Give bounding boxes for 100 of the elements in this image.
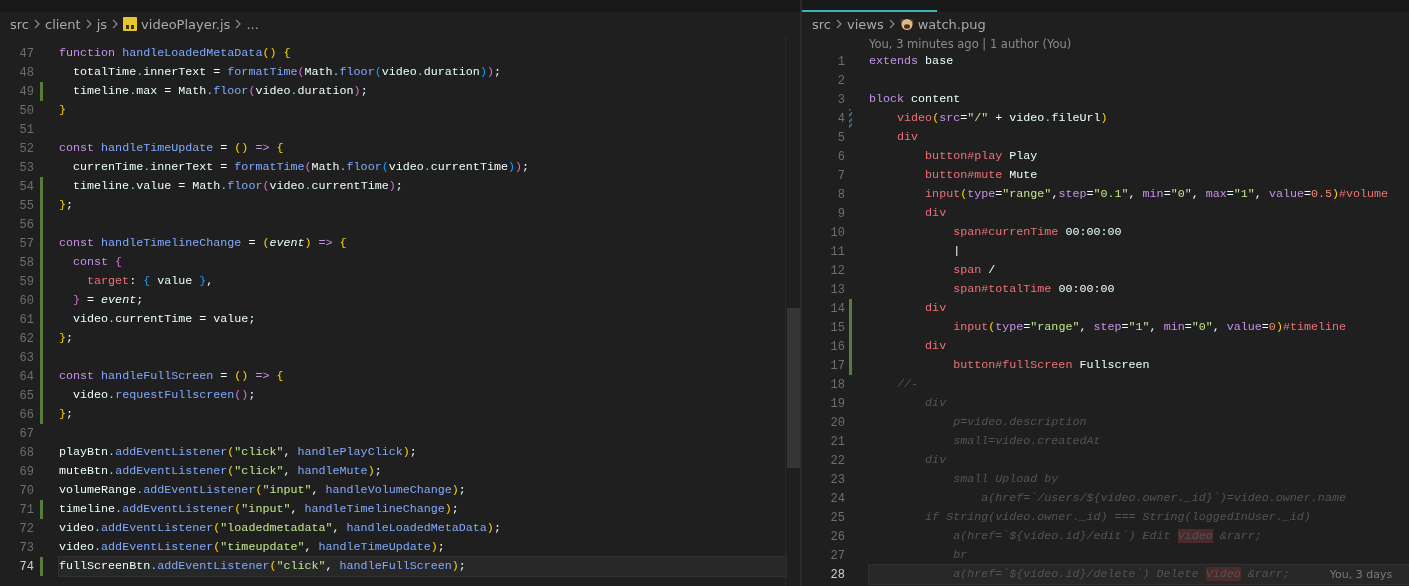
code-line: //- (896, 376, 919, 393)
change-marker[interactable] (40, 348, 43, 367)
line-number: 4 (836, 111, 845, 126)
code-line: const { (72, 254, 123, 271)
line-number: 3 (836, 92, 845, 107)
change-marker[interactable] (40, 329, 43, 348)
line-number: 6 (836, 149, 845, 164)
change-marker[interactable] (40, 272, 43, 291)
change-marker[interactable] (40, 215, 43, 234)
chevron-icon (84, 19, 93, 29)
code-line: video.currentTime = value; (72, 311, 256, 328)
change-marker[interactable] (40, 310, 43, 329)
code-line: } = event; (72, 292, 144, 309)
code-line: const handleFullScreen = () => { (59, 368, 284, 385)
breadcrumb-item[interactable]: videoPlayer.js (141, 16, 231, 32)
line-number: 8 (836, 187, 845, 202)
code-line: muteBtn.addEventListener("click", handleMute); (59, 463, 382, 480)
blame-header[interactable]: You, 3 minutes ago | 1 author (You) (802, 36, 1409, 52)
line-number: 50 (18, 103, 34, 118)
breadcrumb-item[interactable]: client (45, 16, 81, 32)
chevron-icon (234, 19, 243, 29)
code-line: span / (952, 262, 996, 279)
change-marker[interactable] (849, 109, 852, 128)
code-line: input(type="range", step="1", min="0", value=0)#timeline (952, 319, 1346, 336)
line-number: 72 (18, 521, 34, 536)
js-file-icon (123, 17, 138, 31)
code-line: | (952, 243, 961, 260)
chevron-icon (887, 19, 896, 29)
change-marker[interactable] (40, 500, 43, 519)
line-number: 16 (829, 339, 845, 354)
line-number: 74 (18, 559, 34, 574)
code-line: volumeRange.addEventListener("input", handleVolumeChange); (59, 482, 466, 499)
change-marker[interactable] (40, 234, 43, 253)
dog-icon (899, 17, 914, 31)
line-number: 26 (829, 529, 845, 544)
code-line: const handleTimeUpdate = () => { (59, 140, 284, 157)
change-marker[interactable] (40, 405, 43, 424)
breadcrumb-item[interactable]: watch.pug (917, 16, 986, 32)
line-number: 25 (829, 510, 845, 525)
line-number: 21 (829, 434, 845, 449)
line-number: 63 (18, 350, 34, 365)
chevron-icon (835, 19, 843, 29)
line-number: 61 (18, 312, 34, 327)
change-marker[interactable] (40, 82, 43, 101)
code-line: div (896, 129, 919, 146)
change-marker[interactable] (40, 367, 43, 386)
change-marker[interactable] (40, 177, 43, 196)
code-line: totalTime.innerText = formatTime(Math.floor(video.duration)); (72, 64, 501, 81)
code-line: video.addEventListener("loadedmetadata", handleLoadedMetaData); (59, 520, 501, 537)
line-number: 18 (829, 377, 845, 392)
line-number: 53 (18, 160, 34, 175)
change-marker[interactable] (849, 356, 852, 375)
line-number: 22 (829, 453, 845, 468)
line-number: 54 (18, 179, 34, 194)
line-number: 1 (836, 54, 845, 69)
code-line: }; (59, 330, 74, 347)
line-number: 57 (18, 236, 34, 251)
line-number: 49 (18, 84, 34, 99)
change-marker[interactable] (849, 318, 852, 337)
code-line: target: { value }, (86, 273, 214, 290)
line-number: 56 (18, 217, 34, 232)
line-number: 48 (18, 65, 34, 80)
code-line: button#play Play (924, 148, 1038, 165)
line-number: 55 (18, 198, 34, 213)
code-line: div (924, 338, 947, 355)
line-number: 28 (829, 567, 845, 582)
change-marker[interactable] (40, 253, 43, 272)
breadcrumb-item[interactable]: js (96, 16, 108, 32)
line-number: 12 (829, 263, 845, 278)
line-number: 9 (836, 206, 845, 221)
more-breadcrumb[interactable]: ... (246, 16, 259, 32)
inline-blame: You, 3 days (1329, 568, 1393, 581)
code-line: extends base (869, 53, 954, 70)
change-marker[interactable] (40, 196, 43, 215)
change-marker[interactable] (40, 386, 43, 405)
breadcrumb-item[interactable]: src (812, 16, 831, 32)
line-number: 23 (829, 472, 845, 487)
line-number: 51 (18, 122, 34, 137)
breadcrumb-item[interactable]: views (847, 16, 884, 32)
change-marker[interactable] (40, 557, 43, 576)
line-number: 62 (18, 331, 34, 346)
change-marker[interactable] (849, 337, 852, 356)
code-line: div (924, 205, 947, 222)
code-line: input(type="range",step="0.1", min="0", max="1", value=0.5)#volume (924, 186, 1389, 203)
code-line: timeline.value = Math.floor(video.currentTime); (72, 178, 403, 195)
line-number: 47 (18, 46, 34, 61)
change-marker[interactable] (40, 291, 43, 310)
line-number: 11 (829, 244, 845, 259)
line-number: 19 (829, 396, 845, 411)
code-line: button#fullScreen Fullscreen (952, 357, 1150, 374)
line-number: 70 (18, 483, 34, 498)
code-line: span#currenTime 00:00:00 (952, 224, 1122, 241)
change-marker[interactable] (849, 299, 852, 318)
code-line: currenTime.innerText = formatTime(Math.floor(video.currentTime)); (72, 159, 529, 176)
chevron-icon (33, 19, 41, 29)
line-number: 2 (836, 73, 845, 88)
breadcrumb-item[interactable]: src (10, 16, 29, 32)
line-number: 58 (18, 255, 34, 270)
line-number: 66 (18, 407, 34, 422)
code-line: }; (59, 197, 74, 214)
